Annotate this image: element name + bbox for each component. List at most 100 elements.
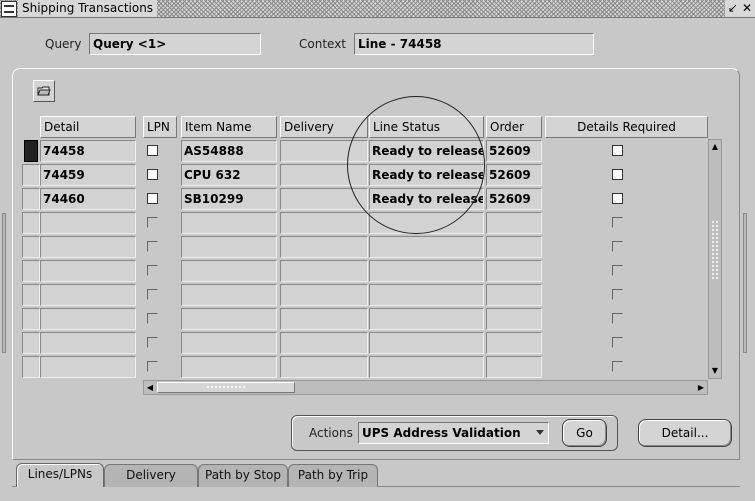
row-selector[interactable] [22,260,40,282]
cell-line-status[interactable]: Ready to release [369,164,484,186]
cell-delivery[interactable] [280,284,368,306]
cell-detail[interactable]: 74459 [40,164,136,186]
details-required-checkbox [612,217,623,228]
cell-detail[interactable] [40,260,136,282]
cell-line-status[interactable] [369,260,484,282]
close-icon[interactable]: ✕ [742,0,752,17]
minimize-icon[interactable]: ↙ [728,0,738,17]
cell-item-name[interactable] [181,260,277,282]
cell-delivery[interactable] [280,332,368,354]
col-header-lpn[interactable]: LPN [143,116,177,138]
lpn-checkbox[interactable] [147,193,158,204]
tab-lines-lpns[interactable]: Lines/LPNs [16,463,104,487]
cell-item-name[interactable] [181,332,277,354]
tab-delivery[interactable]: Delivery [104,464,198,487]
cell-order[interactable] [486,236,542,258]
cell-line-status[interactable]: Ready to release [369,188,484,210]
tab-path-by-stop[interactable]: Path by Stop [198,464,288,487]
cell-delivery[interactable] [280,236,368,258]
scroll-left-icon[interactable]: ◀ [145,382,155,393]
lpn-checkbox[interactable] [147,145,158,156]
cell-order[interactable] [486,284,542,306]
cell-item-name[interactable]: SB10299 [181,188,277,210]
cell-line-status[interactable] [369,236,484,258]
details-required-checkbox [612,337,623,348]
row-selector-active[interactable] [24,140,38,162]
details-required-checkbox [612,241,623,252]
lpn-checkbox[interactable] [147,169,158,180]
cell-line-status[interactable] [369,332,484,354]
details-required-checkbox[interactable] [612,193,623,204]
details-required-checkbox [612,289,623,300]
cell-order[interactable] [486,260,542,282]
scroll-down-icon[interactable]: ▼ [710,366,720,376]
cell-item-name[interactable] [181,308,277,330]
cell-order[interactable]: 52609 [486,164,542,186]
cell-line-status[interactable] [369,356,484,378]
detail-button[interactable]: Detail... [638,419,732,447]
scroll-up-icon[interactable]: ▲ [710,142,720,152]
cell-delivery[interactable] [280,356,368,378]
cell-detail[interactable] [40,236,136,258]
cell-line-status[interactable] [369,212,484,234]
cell-item-name[interactable] [181,236,277,258]
scroll-right-icon[interactable]: ▶ [696,382,706,393]
cell-delivery[interactable] [280,308,368,330]
cell-detail[interactable] [40,212,136,234]
chevron-down-icon[interactable] [536,430,544,435]
cell-detail[interactable] [40,356,136,378]
scroll-grip[interactable] [711,220,719,280]
cell-detail[interactable] [40,332,136,354]
cell-order[interactable] [486,332,542,354]
open-folder-button[interactable] [33,80,55,102]
vertical-scrollbar[interactable]: ▲ ▼ [708,139,722,379]
lpn-checkbox [147,361,158,372]
cell-delivery[interactable] [280,260,368,282]
cell-delivery[interactable] [280,212,368,234]
query-field[interactable]: Query <1> [89,33,261,55]
cell-detail[interactable] [40,308,136,330]
cell-item-name[interactable] [181,212,277,234]
col-header-delivery[interactable]: Delivery [280,116,368,138]
col-header-item-name[interactable]: Item Name [181,116,277,138]
scroll-thumb[interactable] [157,382,295,393]
col-header-order[interactable]: Order [486,116,542,138]
cell-order[interactable] [486,356,542,378]
cell-line-status[interactable]: Ready to release [369,140,484,162]
cell-order[interactable]: 52609 [486,140,542,162]
details-required-checkbox[interactable] [612,145,623,156]
row-selector[interactable] [22,332,40,354]
cell-delivery[interactable] [280,188,368,210]
cell-detail[interactable]: 74460 [40,188,136,210]
row-selector[interactable] [22,284,40,306]
tab-path-by-trip[interactable]: Path by Trip [288,464,378,487]
row-selector[interactable] [22,212,40,234]
row-selector[interactable] [22,236,40,258]
details-required-checkbox[interactable] [612,169,623,180]
row-selector[interactable] [22,308,40,330]
col-header-line-status[interactable]: Line Status [369,116,484,138]
col-header-detail[interactable]: Detail [40,116,136,138]
cell-order[interactable]: 52609 [486,188,542,210]
row-selector[interactable] [22,188,40,210]
horizontal-scrollbar[interactable]: ◀ ▶ [143,380,708,395]
cell-order[interactable] [486,212,542,234]
row-selector[interactable] [22,356,40,378]
title-bar[interactable]: Shipping Transactions ↙ ✕ [0,0,755,18]
cell-detail[interactable] [40,284,136,306]
cell-order[interactable] [486,308,542,330]
col-header-details-required[interactable]: Details Required [545,116,708,138]
cell-item-name[interactable] [181,356,277,378]
row-selector[interactable] [22,164,40,186]
cell-delivery[interactable] [280,140,368,162]
cell-line-status[interactable] [369,284,484,306]
cell-item-name[interactable]: CPU 632 [181,164,277,186]
context-field[interactable]: Line - 74458 [354,33,594,55]
go-button[interactable]: Go [562,419,607,447]
cell-item-name[interactable]: AS54888 [181,140,277,162]
cell-delivery[interactable] [280,164,368,186]
cell-detail[interactable]: 74458 [40,140,136,162]
cell-item-name[interactable] [181,284,277,306]
cell-line-status[interactable] [369,308,484,330]
actions-select[interactable]: UPS Address Validation [358,422,549,444]
